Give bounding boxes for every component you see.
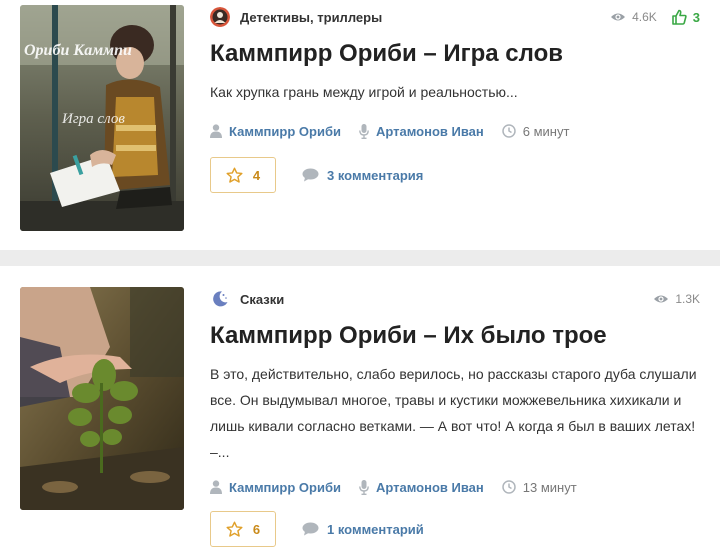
author-link[interactable]: Каммпирр Ориби	[229, 124, 341, 139]
rating-button[interactable]: 6	[210, 511, 276, 547]
eye-icon	[654, 295, 669, 303]
story-content: Сказки 1.3K Каммпирр Ориби – Их было тро…	[210, 288, 700, 547]
rating-count: 6	[252, 521, 261, 537]
comment-icon	[302, 168, 319, 182]
author-link[interactable]: Каммпирр Ориби	[229, 480, 341, 495]
comment-icon	[302, 522, 319, 536]
story-stats: 4.6K 3	[610, 9, 700, 25]
story-meta: Каммпирр Ориби Артамонов Иван 13 минут	[210, 477, 700, 497]
thumbnail-overlay-bottom: Игра слов	[61, 111, 125, 127]
microphone-icon	[359, 479, 369, 495]
clock-icon	[502, 124, 516, 138]
narrator-item: Артамонов Иван	[359, 479, 484, 495]
story-excerpt: В это, действительно, слабо верилось, но…	[210, 366, 697, 460]
story-card: Ориби Каммпи Игра слов Детективы, трилле…	[0, 0, 720, 250]
story-thumbnail[interactable]	[20, 287, 184, 510]
duration-text: 13 минут	[522, 479, 577, 495]
star-icon	[226, 521, 243, 537]
views-count: 1.3K	[675, 292, 700, 306]
duration-item: 13 минут	[502, 480, 577, 495]
duration-item: 6 минут	[502, 123, 570, 139]
story-thumbnail[interactable]: Ориби Каммпи Игра слов	[20, 5, 184, 231]
thumbnail-image	[20, 287, 184, 510]
comments-count: 1 комментарий	[327, 521, 424, 537]
story-stats: 1.3K	[653, 292, 700, 306]
story-card: Сказки 1.3K Каммпирр Ориби – Их было тро…	[0, 266, 720, 553]
story-header: Сказки 1.3K	[210, 288, 700, 310]
story-actions: 4 3 комментария	[210, 157, 700, 193]
rating-button[interactable]: 4	[210, 157, 276, 193]
story-content: Детективы, триллеры 4.6K 3 Каммпирр Ориб…	[210, 6, 700, 193]
dark-avatar-icon[interactable]	[210, 7, 230, 27]
thumbnail-overlay-top: Ориби Каммпи	[24, 42, 132, 59]
story-meta: Каммпирр Ориби Артамонов Иван 6 минут	[210, 121, 700, 141]
narrator-link[interactable]: Артамонов Иван	[376, 124, 484, 139]
user-icon	[210, 124, 222, 138]
comments-link[interactable]: 3 комментария	[302, 168, 423, 183]
microphone-icon	[359, 123, 369, 139]
category-link[interactable]: Детективы, триллеры	[240, 10, 382, 25]
story-title[interactable]: Каммпирр Ориби – Их было трое	[210, 321, 700, 351]
author-item: Каммпирр Ориби	[210, 480, 341, 495]
story-header: Детективы, триллеры 4.6K 3	[210, 6, 700, 28]
author-item: Каммпирр Ориби	[210, 124, 341, 139]
eye-icon	[611, 13, 626, 21]
category-link[interactable]: Сказки	[240, 292, 284, 307]
thumbnail-image: Ориби Каммпи Игра слов	[20, 5, 184, 231]
star-icon	[226, 167, 243, 183]
thumbs-up-icon[interactable]	[671, 9, 687, 25]
duration-text: 6 минут	[522, 123, 570, 139]
clock-icon	[502, 480, 516, 494]
narrator-link[interactable]: Артамонов Иван	[376, 480, 484, 495]
story-excerpt: Как хрупка грань между игрой и реальност…	[210, 84, 518, 100]
comments-count: 3 комментария	[327, 167, 424, 183]
story-title[interactable]: Каммпирр Ориби – Игра слов	[210, 39, 700, 69]
rating-count: 4	[252, 167, 261, 183]
moon-icon[interactable]	[210, 289, 230, 309]
views-count: 4.6K	[632, 10, 657, 24]
story-actions: 6 1 комментарий	[210, 511, 700, 547]
likes-count: 3	[692, 9, 700, 25]
user-icon	[210, 480, 222, 494]
comments-link[interactable]: 1 комментарий	[302, 522, 424, 537]
narrator-item: Артамонов Иван	[359, 123, 484, 139]
